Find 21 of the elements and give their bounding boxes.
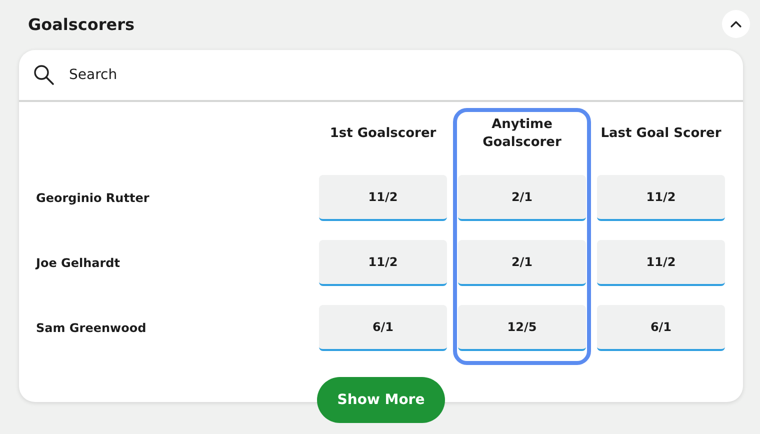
chevron-up-icon xyxy=(730,20,742,28)
odds-button[interactable]: 11/2 xyxy=(597,175,725,221)
player-name: Sam Greenwood xyxy=(36,321,146,335)
odds-button[interactable]: 11/2 xyxy=(319,240,447,286)
section-title: Goalscorers xyxy=(28,14,135,34)
column-header: Last Goal Scorer xyxy=(600,125,722,143)
column-header: Anytime Goalscorer xyxy=(482,116,562,152)
odds-button[interactable]: 11/2 xyxy=(597,240,725,286)
player-name: Joe Gelhardt xyxy=(36,256,120,270)
odds-button[interactable]: 2/1 xyxy=(458,175,586,221)
player-name: Georginio Rutter xyxy=(36,191,150,205)
odds-button[interactable]: 6/1 xyxy=(597,305,725,351)
odds-button[interactable]: 12/5 xyxy=(458,305,586,351)
collapse-button[interactable] xyxy=(722,10,750,38)
search-icon xyxy=(33,64,55,86)
odds-button[interactable]: 6/1 xyxy=(319,305,447,351)
show-more-button[interactable]: Show More xyxy=(317,377,445,423)
search-field[interactable]: Search xyxy=(67,66,729,84)
column-header: 1st Goalscorer xyxy=(330,125,436,143)
odds-button[interactable]: 11/2 xyxy=(319,175,447,221)
odds-button[interactable]: 2/1 xyxy=(458,240,586,286)
